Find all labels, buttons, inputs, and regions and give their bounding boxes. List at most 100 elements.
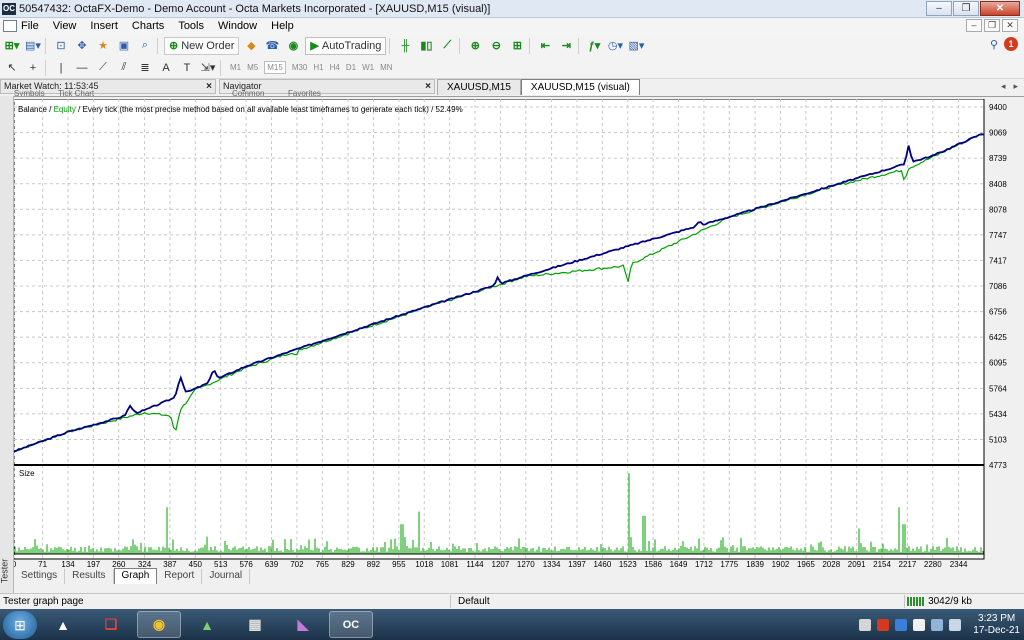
timeframe-d1[interactable]: D1 bbox=[346, 63, 356, 72]
line-studies-toolbar: ↖ + | — ⟋ ⫽ ≣ A T ⇲▾ M1 M5 M15 M30 H1 H4… bbox=[0, 57, 1024, 79]
signals-icon[interactable]: ☎ bbox=[263, 37, 281, 55]
timeframe-m15[interactable]: M15 bbox=[264, 61, 286, 74]
y-tick-label: 7417 bbox=[989, 256, 1007, 265]
zoom-out-icon[interactable]: ⊖ bbox=[487, 37, 505, 55]
clock[interactable]: 3:23 PM 17-Dec-21 bbox=[973, 613, 1020, 637]
autotrading-button[interactable]: ▶ AutoTrading bbox=[305, 36, 387, 55]
equidistant-channel-icon[interactable]: ⫽ bbox=[115, 59, 133, 77]
timeframe-m30[interactable]: M30 bbox=[292, 63, 308, 72]
arrows-icon[interactable]: ⇲▾ bbox=[199, 59, 217, 77]
x-tick-label: 1270 bbox=[517, 560, 535, 569]
tester-side-tab[interactable]: Tester bbox=[0, 96, 14, 593]
crosshair-icon[interactable]: + bbox=[24, 59, 42, 77]
tab-results[interactable]: Results bbox=[65, 569, 114, 584]
tile-windows-icon[interactable]: ⊞ bbox=[508, 37, 526, 55]
trendline-icon[interactable]: ⟋ bbox=[94, 59, 112, 77]
market-watch-icon[interactable]: ⊡ bbox=[52, 37, 70, 55]
new-order-label: New Order bbox=[181, 39, 235, 52]
chrome-icon[interactable]: ◉ bbox=[137, 611, 181, 638]
close-icon[interactable]: × bbox=[425, 80, 431, 93]
x-tick-label: 1207 bbox=[492, 560, 510, 569]
terminal-icon[interactable]: ▣ bbox=[115, 37, 133, 55]
timeframe-m1[interactable]: M1 bbox=[230, 63, 241, 72]
x-tick-label: 1334 bbox=[543, 560, 561, 569]
menu-window[interactable]: Window bbox=[218, 20, 257, 32]
horizontal-line-icon[interactable]: — bbox=[73, 59, 91, 77]
tab-report[interactable]: Report bbox=[157, 569, 203, 584]
mdi-minimize-button[interactable]: – bbox=[966, 19, 982, 32]
new-order-button[interactable]: ⊕ New Order bbox=[164, 36, 240, 55]
x-tick-label: 765 bbox=[316, 560, 330, 569]
new-chart-icon[interactable]: ⊞▾ bbox=[3, 37, 21, 55]
periods-icon[interactable]: ◷▾ bbox=[606, 37, 624, 55]
tray-icon[interactable] bbox=[913, 618, 926, 631]
menu-view[interactable]: View bbox=[53, 20, 77, 32]
y-tick-label: 9400 bbox=[989, 103, 1007, 112]
y-tick-label: 4773 bbox=[989, 461, 1007, 470]
search-icon[interactable]: ⚲ bbox=[990, 38, 998, 51]
taskbar-app-icon[interactable]: ❏ bbox=[89, 611, 133, 638]
tray-icon[interactable] bbox=[877, 618, 890, 631]
tray-icon[interactable] bbox=[859, 618, 872, 631]
fibonacci-icon[interactable]: ≣ bbox=[136, 59, 154, 77]
menu-file[interactable]: File bbox=[21, 20, 39, 32]
tab-journal[interactable]: Journal bbox=[202, 569, 251, 584]
indicators-icon[interactable]: ƒ▾ bbox=[585, 37, 603, 55]
autoscroll-icon[interactable]: ⇥ bbox=[557, 37, 575, 55]
maximize-button[interactable]: ❐ bbox=[953, 1, 979, 16]
tab-settings[interactable]: Settings bbox=[14, 569, 66, 584]
octafx-terminal-icon[interactable]: OC bbox=[329, 611, 373, 638]
timeframe-w1[interactable]: W1 bbox=[362, 63, 374, 72]
menu-help[interactable]: Help bbox=[271, 20, 294, 32]
market-icon[interactable]: ◉ bbox=[284, 37, 302, 55]
menu-charts[interactable]: Charts bbox=[132, 20, 164, 32]
menu-tools[interactable]: Tools bbox=[178, 20, 204, 32]
taskbar-app-icon[interactable]: ▲ bbox=[41, 611, 85, 638]
text-icon[interactable]: A bbox=[157, 59, 175, 77]
profiles-icon[interactable]: ▤▾ bbox=[24, 37, 42, 55]
templates-icon[interactable]: ▧▾ bbox=[627, 37, 645, 55]
taskbar-app-icon[interactable]: ◣ bbox=[281, 611, 325, 638]
chart-tab-xauusd-m15-visual[interactable]: XAUUSD,M15 (visual) bbox=[520, 79, 640, 95]
strategy-tester-icon[interactable]: ⌕ bbox=[136, 37, 154, 55]
network-icon[interactable] bbox=[931, 618, 944, 631]
navigator-icon[interactable]: ★ bbox=[94, 37, 112, 55]
chart-tab-xauusd-m15[interactable]: XAUUSD,M15 bbox=[437, 79, 521, 95]
chart-shift-icon[interactable]: ⇤ bbox=[536, 37, 554, 55]
scroll-left-icon[interactable]: ◂ bbox=[1001, 81, 1006, 92]
mdi-restore-button[interactable]: ❐ bbox=[984, 19, 1000, 32]
minimize-button[interactable]: – bbox=[926, 1, 952, 16]
x-tick-label: 1712 bbox=[695, 560, 713, 569]
close-button[interactable]: ✕ bbox=[980, 1, 1020, 16]
metaeditor-icon[interactable]: ◆ bbox=[242, 37, 260, 55]
notification-badge[interactable]: 1 bbox=[1004, 37, 1018, 51]
tab-graph[interactable]: Graph bbox=[113, 568, 158, 584]
taskbar-app-icon[interactable]: ▲ bbox=[185, 611, 229, 638]
vertical-line-icon[interactable]: | bbox=[52, 59, 70, 77]
tray-icon[interactable] bbox=[895, 618, 908, 631]
candlesticks-icon[interactable]: ▮▯ bbox=[417, 37, 435, 55]
text-label-icon[interactable]: T bbox=[178, 59, 196, 77]
x-tick-label: 2344 bbox=[950, 560, 968, 569]
zoom-in-icon[interactable]: ⊕ bbox=[466, 37, 484, 55]
cursor-icon[interactable]: ↖ bbox=[3, 59, 21, 77]
data-window-icon[interactable]: ✥ bbox=[73, 37, 91, 55]
scroll-right-icon[interactable]: ▸ bbox=[1013, 81, 1018, 92]
close-icon[interactable]: × bbox=[206, 80, 212, 93]
timeframe-h1[interactable]: H1 bbox=[313, 63, 323, 72]
timeframe-m5[interactable]: M5 bbox=[247, 63, 258, 72]
volume-icon[interactable] bbox=[949, 618, 962, 631]
y-tick-label: 5103 bbox=[989, 435, 1007, 444]
bar-chart-icon[interactable]: ╫ bbox=[396, 37, 414, 55]
start-button[interactable]: ⊞ bbox=[3, 610, 37, 639]
menu-insert[interactable]: Insert bbox=[90, 20, 118, 32]
timeframe-h4[interactable]: H4 bbox=[330, 63, 340, 72]
status-text: Tester graph page bbox=[3, 596, 84, 607]
mdi-close-button[interactable]: ✕ bbox=[1002, 19, 1018, 32]
timeframe-mn[interactable]: MN bbox=[380, 63, 392, 72]
tester-graph: Balance / Equity / Every tick (the most … bbox=[14, 99, 1007, 569]
document-icon[interactable] bbox=[3, 20, 17, 32]
line-chart-icon[interactable]: ⟋ bbox=[438, 37, 456, 55]
tab-scroll-arrows: ◂ ▸ bbox=[1001, 81, 1018, 92]
taskbar-app-icon[interactable]: ▦ bbox=[233, 611, 277, 638]
